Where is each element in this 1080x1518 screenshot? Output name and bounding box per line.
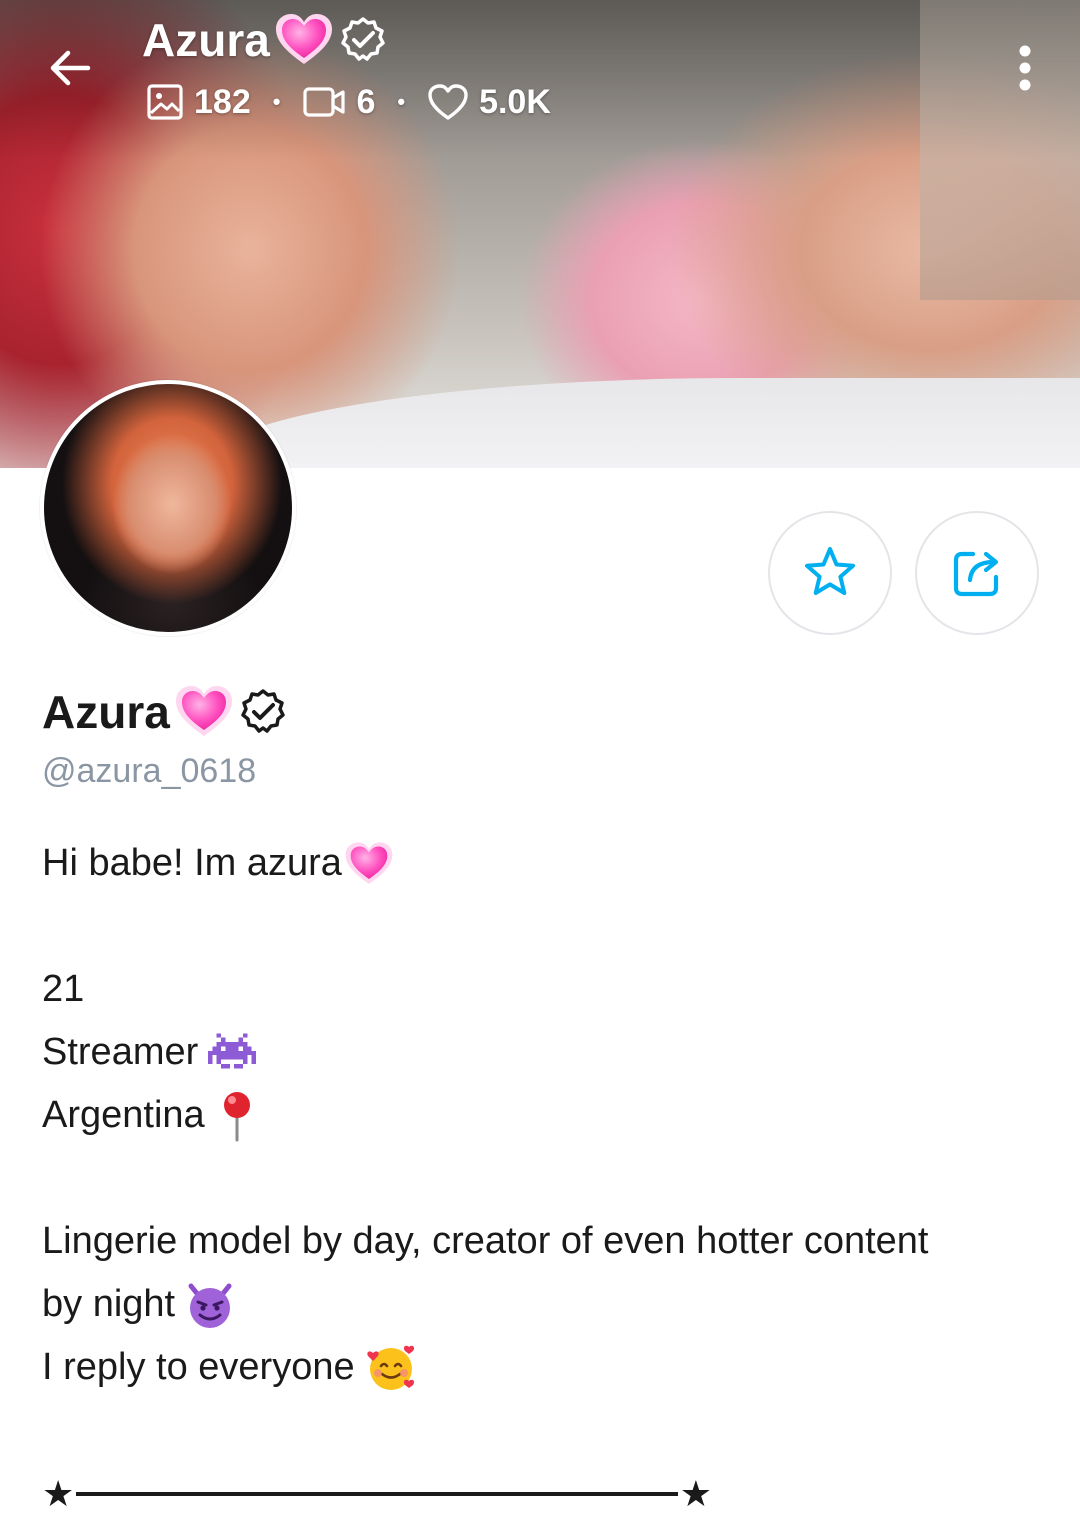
stat-separator: • bbox=[272, 89, 281, 114]
share-icon bbox=[953, 551, 999, 597]
verified-badge-icon bbox=[341, 17, 385, 61]
photos-stat[interactable]: 182 bbox=[146, 83, 251, 122]
bio-text: Streamer bbox=[42, 1031, 199, 1073]
divider-star-left: ★ bbox=[42, 1473, 75, 1514]
divider-line bbox=[76, 1492, 678, 1496]
bio-text: Argentina bbox=[42, 1094, 205, 1136]
smiling-face-with-hearts-emoji bbox=[366, 1345, 414, 1390]
header-stats: 182 • 6 • 5.0K bbox=[146, 78, 551, 126]
bio-line: Lingerie model by day, creator of even h… bbox=[42, 1210, 1042, 1273]
pink-heart-emoji bbox=[275, 14, 332, 64]
profile-display-name: Azura bbox=[42, 686, 170, 738]
profile-handle: @azura_0618 bbox=[42, 752, 257, 790]
arrow-left-icon bbox=[50, 50, 91, 86]
photos-count: 182 bbox=[194, 82, 251, 121]
bio-text: Hi babe! Im azura bbox=[42, 842, 342, 884]
round-pushpin-emoji bbox=[223, 1091, 250, 1141]
add-to-favorites-button[interactable] bbox=[768, 511, 892, 635]
avatar[interactable] bbox=[40, 380, 296, 636]
bio-text: I reply to everyone bbox=[42, 1346, 355, 1388]
pink-heart-emoji bbox=[345, 841, 393, 884]
bio-line: I reply to everyone bbox=[42, 1336, 1042, 1399]
header-title: Azura bbox=[142, 12, 388, 68]
video-icon bbox=[303, 87, 346, 117]
bio-line: 21 bbox=[42, 958, 1042, 1021]
bio-line: Hi babe! Im azura bbox=[42, 832, 1042, 895]
videos-count: 6 bbox=[356, 82, 376, 121]
bio-line: by night bbox=[42, 1273, 1042, 1336]
verified-badge-icon bbox=[241, 689, 285, 733]
more-options-button[interactable] bbox=[1000, 38, 1050, 98]
smiling-imp-emoji bbox=[188, 1283, 232, 1328]
likes-count: 5.0K bbox=[479, 82, 551, 121]
videos-stat[interactable]: 6 bbox=[302, 83, 375, 122]
header-name: Azura bbox=[142, 14, 270, 66]
star-icon bbox=[805, 547, 855, 595]
cover-background-bed bbox=[200, 378, 1080, 468]
share-button[interactable] bbox=[915, 511, 1039, 635]
heart-outline-icon bbox=[428, 84, 468, 120]
more-vertical-icon bbox=[1019, 45, 1031, 91]
bio-line: Streamer bbox=[42, 1021, 1042, 1084]
image-icon bbox=[147, 84, 183, 120]
bio-line: Argentina bbox=[42, 1084, 1042, 1147]
divider-star-right: ★ bbox=[679, 1473, 712, 1514]
profile-bio: Hi babe! Im azura 21 Streamer Argentina … bbox=[42, 832, 1042, 1399]
profile-name: Azura bbox=[42, 682, 288, 742]
back-button[interactable] bbox=[40, 38, 100, 98]
likes-stat[interactable]: 5.0K bbox=[427, 83, 551, 122]
pink-heart-emoji bbox=[175, 686, 232, 736]
stat-separator: • bbox=[397, 89, 406, 114]
bio-divider: ★ ★ bbox=[42, 1472, 712, 1516]
bio-text: by night bbox=[42, 1283, 176, 1325]
bio-text: Lingerie model by day, creator of even h… bbox=[42, 1220, 929, 1262]
space-invader-emoji bbox=[208, 1032, 257, 1068]
bio-text: 21 bbox=[42, 968, 85, 1010]
